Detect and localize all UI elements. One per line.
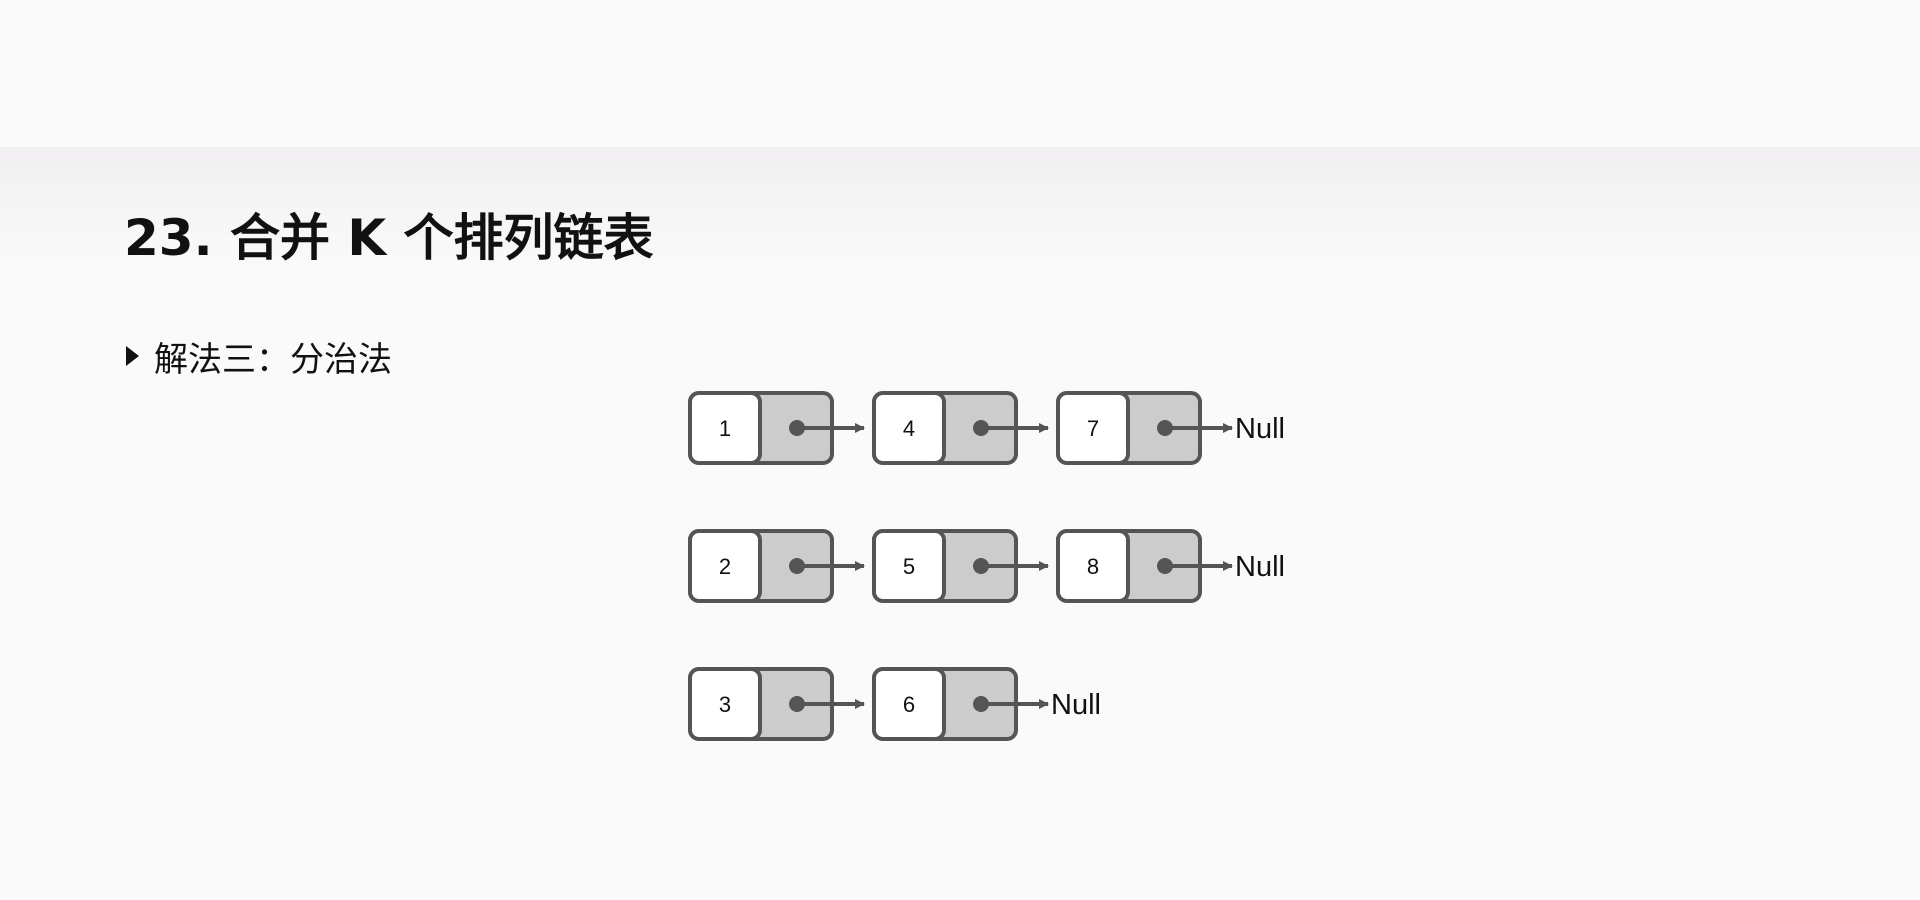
linked-list-row: 2 5 8 Null <box>688 529 1285 603</box>
node-value: 5 <box>903 554 915 579</box>
linked-lists-diagram: 1 4 7 Null 2 5 8 Null 3 6 Null <box>688 391 1285 741</box>
list-node: 5 <box>872 529 1049 603</box>
list-node: 4 <box>872 391 1049 465</box>
linked-list-row: 3 6 Null <box>688 667 1101 741</box>
list-node: 2 <box>688 529 865 603</box>
list-node: 7 <box>1056 391 1233 465</box>
node-value: 3 <box>719 692 731 717</box>
node-value: 7 <box>1087 416 1099 441</box>
node-value: 6 <box>903 692 915 717</box>
list-node: 6 <box>872 667 1049 741</box>
node-value: 8 <box>1087 554 1099 579</box>
node-value: 2 <box>719 554 731 579</box>
null-terminator-label: Null <box>1235 413 1285 445</box>
list-node: 3 <box>688 667 865 741</box>
null-terminator-label: Null <box>1235 551 1285 583</box>
linked-list-row: 1 4 7 Null <box>688 391 1285 465</box>
node-value: 1 <box>719 416 731 441</box>
node-value: 4 <box>903 416 915 441</box>
list-node: 1 <box>688 391 865 465</box>
null-terminator-label: Null <box>1051 689 1101 721</box>
list-node: 8 <box>1056 529 1233 603</box>
